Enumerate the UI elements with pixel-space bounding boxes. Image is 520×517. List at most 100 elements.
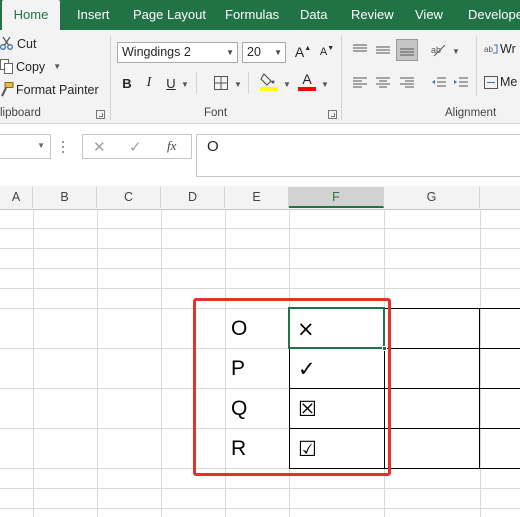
ribbon-tab-bar: Home Insert Page Layout Formulas Data Re… bbox=[0, 0, 520, 30]
underline-dropdown-icon[interactable]: ▼ bbox=[181, 80, 189, 89]
orientation-dropdown-icon[interactable]: ▼ bbox=[452, 47, 460, 56]
align-top-button[interactable] bbox=[349, 39, 371, 61]
wrap-text-label: Wr bbox=[500, 42, 516, 56]
font-group-label: Font bbox=[204, 107, 228, 119]
cut-label: Cut bbox=[17, 36, 37, 51]
copy-dropdown-icon[interactable]: ▼ bbox=[53, 62, 61, 71]
font-name-value: Wingdings 2 bbox=[122, 45, 191, 59]
column-header-d[interactable]: D bbox=[161, 187, 225, 208]
insert-function-icon[interactable]: fx bbox=[167, 138, 176, 154]
bold-button[interactable]: B bbox=[116, 72, 138, 94]
gridline bbox=[0, 248, 520, 249]
tab-data[interactable]: Data bbox=[300, 0, 327, 30]
scissors-icon bbox=[0, 36, 13, 50]
gridline bbox=[33, 209, 34, 517]
gridline bbox=[0, 288, 520, 289]
column-header-a[interactable]: A bbox=[0, 187, 33, 208]
tab-insert[interactable]: Insert bbox=[77, 0, 110, 30]
divider bbox=[476, 36, 477, 96]
clipboard-launcher-icon[interactable] bbox=[96, 110, 105, 119]
fill-color-button[interactable] bbox=[258, 70, 280, 92]
column-header-e[interactable]: E bbox=[225, 187, 289, 208]
paintbrush-icon bbox=[1, 82, 14, 97]
formula-bar-area: ▼ ✕ ✓ fx O bbox=[0, 125, 520, 183]
merge-label: Me bbox=[500, 75, 518, 89]
decrease-indent-button[interactable] bbox=[428, 72, 450, 94]
divider bbox=[196, 72, 197, 94]
drag-handle-icon[interactable] bbox=[62, 138, 65, 154]
font-color-icon: A bbox=[302, 70, 312, 87]
worksheet-grid[interactable]: A B C D E F G O × P ✓ Q ☒ R ☑ bbox=[0, 186, 520, 517]
column-header-g[interactable]: G bbox=[384, 187, 480, 208]
cancel-icon[interactable]: ✕ bbox=[93, 138, 106, 156]
font-name-combo[interactable]: Wingdings 2 ▼ bbox=[117, 42, 238, 63]
grow-font-icon: A bbox=[294, 44, 305, 60]
align-left-button[interactable] bbox=[349, 72, 371, 94]
borders-icon bbox=[214, 76, 228, 90]
divider bbox=[110, 36, 111, 120]
borders-dropdown-icon[interactable]: ▼ bbox=[234, 80, 242, 89]
fill-color-dropdown-icon[interactable]: ▼ bbox=[283, 80, 291, 89]
wrap-text-icon: ab bbox=[484, 44, 498, 54]
tab-formulas[interactable]: Formulas bbox=[225, 0, 279, 30]
font-size-combo[interactable]: 20 ▼ bbox=[242, 42, 286, 63]
font-launcher-icon[interactable] bbox=[328, 110, 337, 119]
font-color-dropdown-icon[interactable]: ▼ bbox=[321, 80, 329, 89]
tab-review[interactable]: Review bbox=[351, 0, 394, 30]
shrink-font-button[interactable]: A ▼ bbox=[316, 41, 338, 63]
increase-indent-button[interactable] bbox=[450, 72, 472, 94]
format-painter-button[interactable]: Format Painter bbox=[0, 82, 99, 97]
borders-button[interactable] bbox=[210, 72, 232, 94]
tab-page-layout[interactable]: Page Layout bbox=[133, 0, 206, 30]
align-right-button[interactable] bbox=[396, 72, 418, 94]
divider bbox=[341, 36, 342, 120]
column-header-h[interactable] bbox=[480, 187, 520, 208]
align-right-icon bbox=[400, 77, 414, 88]
grow-font-button[interactable]: A ▲ bbox=[292, 41, 314, 63]
align-bottom-button[interactable] bbox=[396, 39, 418, 61]
align-middle-icon bbox=[376, 46, 390, 54]
cut-button[interactable]: Cut bbox=[0, 36, 36, 51]
gridline bbox=[480, 209, 481, 517]
gridline bbox=[161, 209, 162, 517]
chevron-down-icon: ▼ bbox=[226, 48, 234, 57]
wrap-text-button[interactable]: ab Wr bbox=[484, 42, 516, 56]
merge-cells-icon bbox=[484, 75, 498, 89]
tab-developer[interactable]: Developer bbox=[468, 0, 520, 30]
copy-button[interactable]: Copy ▼ bbox=[0, 59, 61, 74]
copy-icon bbox=[0, 59, 13, 74]
divider bbox=[248, 72, 249, 94]
font-color-button[interactable]: A bbox=[296, 70, 318, 92]
gridline bbox=[0, 228, 520, 229]
column-header-c[interactable]: C bbox=[97, 187, 161, 208]
highlight-box bbox=[193, 298, 391, 476]
gridline bbox=[0, 268, 520, 269]
format-painter-label: Format Painter bbox=[16, 82, 99, 97]
align-center-button[interactable] bbox=[372, 72, 394, 94]
ribbon: Cut Copy ▼ Format Painter lipboard Wingd… bbox=[0, 30, 520, 124]
copy-label: Copy bbox=[16, 59, 46, 74]
column-header-f[interactable]: F bbox=[289, 187, 384, 208]
tab-home[interactable]: Home bbox=[2, 0, 60, 30]
italic-button[interactable]: I bbox=[138, 72, 160, 94]
column-header-b[interactable]: B bbox=[33, 187, 97, 208]
paint-bucket-icon bbox=[260, 73, 278, 91]
gridline bbox=[0, 488, 520, 489]
orientation-button[interactable]: ab bbox=[428, 39, 450, 61]
decrease-indent-icon bbox=[432, 77, 446, 87]
tab-view[interactable]: View bbox=[415, 0, 443, 30]
gridline bbox=[97, 209, 98, 517]
enter-icon[interactable]: ✓ bbox=[129, 138, 142, 156]
align-middle-button[interactable] bbox=[372, 39, 394, 61]
chevron-down-icon[interactable]: ▼ bbox=[37, 141, 45, 150]
name-box[interactable]: ▼ bbox=[0, 134, 51, 159]
align-center-icon bbox=[376, 77, 390, 88]
merge-center-button[interactable]: Me bbox=[484, 75, 517, 89]
underline-button[interactable]: U bbox=[160, 72, 182, 94]
font-color-swatch bbox=[298, 86, 316, 91]
svg-text:ab: ab bbox=[484, 45, 493, 54]
align-top-icon bbox=[353, 44, 367, 52]
text-orientation-icon: ab bbox=[431, 44, 446, 57]
formula-input[interactable]: O bbox=[196, 134, 520, 177]
cell-border bbox=[479, 308, 480, 469]
